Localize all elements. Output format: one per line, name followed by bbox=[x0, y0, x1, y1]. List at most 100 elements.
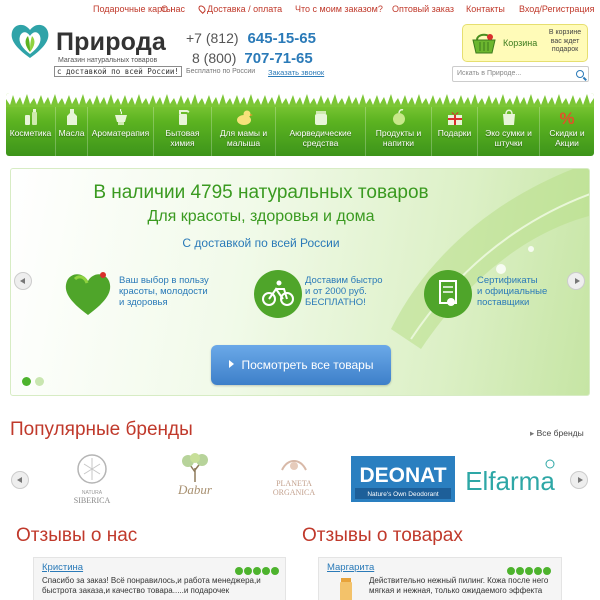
search-icon[interactable] bbox=[576, 70, 584, 78]
category-mom-baby[interactable]: Для мамы и малыша bbox=[212, 107, 276, 156]
product-review-author[interactable]: Маргарита bbox=[327, 562, 374, 573]
top-nav: Подарочные карты О нас Доставка / оплата… bbox=[0, 4, 600, 20]
nav-order-status[interactable]: Что с моим заказом? bbox=[295, 4, 383, 14]
category-label: Подарки bbox=[437, 128, 472, 138]
brands-title: Популярные бренды bbox=[10, 419, 193, 440]
feature-certificates-label: Сертификаты и официальные поставщики bbox=[477, 275, 548, 308]
banner-subtitle: Для красоты, здоровья и дома bbox=[147, 208, 375, 225]
svg-text:Dabur: Dabur bbox=[177, 482, 213, 497]
star-icon bbox=[253, 567, 261, 575]
feature-certificates-text: Сертификаты и официальные поставщики bbox=[477, 275, 547, 308]
brands-prev-arrow-icon[interactable] bbox=[11, 471, 29, 489]
callback-link[interactable]: Заказать звонок bbox=[268, 68, 324, 77]
category-label: Косметика bbox=[9, 128, 52, 138]
nav-delivery[interactable]: Доставка / оплата bbox=[197, 4, 283, 14]
aroma-lamp-icon bbox=[114, 109, 127, 125]
search-placeholder: Искать в Природе... bbox=[457, 70, 522, 77]
category-label: Ароматерапия bbox=[91, 128, 150, 138]
phone-spb[interactable]: +7 (812) 645-15-65 bbox=[186, 30, 316, 48]
banner-prev-arrow-icon[interactable] bbox=[14, 272, 32, 290]
category-oils[interactable]: Масла bbox=[56, 107, 88, 156]
basket-icon bbox=[472, 33, 496, 54]
phone-russia[interactable]: 8 (800) 707-71-65 bbox=[192, 50, 313, 68]
product-review-line: Действительно нежный пилинг. Кожа после … bbox=[369, 576, 549, 585]
category-ayurveda[interactable]: Аюрведические средства bbox=[276, 107, 366, 156]
brand-deonat[interactable]: DEONAT Nature's Own Deodorant bbox=[351, 452, 455, 506]
banner-next-arrow-icon[interactable] bbox=[567, 272, 585, 290]
category-gifts[interactable]: Подарки bbox=[432, 107, 478, 156]
product-review-rating bbox=[506, 562, 551, 575]
product-thumbnail[interactable] bbox=[339, 578, 353, 600]
svg-text:DEONAT: DEONAT bbox=[359, 464, 446, 487]
brand-planeta-organica[interactable]: PLANETA ORGANICA bbox=[252, 452, 336, 506]
svg-text:Elfarma: Elfarma bbox=[465, 466, 555, 496]
svg-text:Nature's Own Deodorant: Nature's Own Deodorant bbox=[367, 491, 439, 498]
category-sales[interactable]: % Скидки и Акции bbox=[540, 107, 594, 156]
product-review-card: Маргарита Действительно нежный пилинг. К… bbox=[318, 557, 562, 600]
product-review-line: мягкая и нежная, только ожидаемого эффек… bbox=[369, 586, 543, 595]
category-menu: Косметика Масла Ароматерапия Бытовая хим… bbox=[6, 93, 594, 156]
category-label: Для мамы и малыша bbox=[219, 128, 268, 148]
category-label: Эко сумки и штучки bbox=[485, 128, 532, 148]
nav-contacts[interactable]: Контакты bbox=[466, 4, 505, 14]
shop-review-rating bbox=[234, 562, 279, 575]
apple-icon bbox=[392, 109, 405, 125]
nav-login[interactable]: Вход/Регистрация bbox=[519, 4, 594, 14]
slide-dot[interactable] bbox=[35, 377, 44, 386]
svg-text:%: % bbox=[559, 109, 574, 125]
banner-title: В наличии 4795 натуральных товаров bbox=[93, 182, 429, 203]
shop-reviews-title: Отзывы о нас bbox=[16, 525, 138, 546]
phone-russia-code: 8 (800) bbox=[192, 50, 237, 66]
category-food-drinks[interactable]: Продукты и напитки bbox=[366, 107, 432, 156]
ayurveda-jar-icon bbox=[314, 111, 327, 125]
cart-button[interactable]: Корзина В корзине вас ждет подарок bbox=[462, 24, 588, 62]
play-arrow-icon bbox=[228, 360, 234, 368]
leaf-heart-logo-icon bbox=[11, 24, 49, 58]
category-aromatherapy[interactable]: Ароматерапия bbox=[88, 107, 154, 156]
all-brands-link[interactable]: Все бренды bbox=[530, 428, 584, 439]
brand-dabur[interactable]: Dabur bbox=[166, 452, 224, 506]
svg-text:SIBERICA: SIBERICA bbox=[74, 496, 111, 505]
search-input[interactable]: Искать в Природе... bbox=[452, 66, 589, 82]
duck-toy-icon bbox=[236, 110, 253, 125]
shop-review-card: Кристина Спасибо за заказ! Всё понравило… bbox=[33, 557, 286, 600]
logo-delivery-tagline: с доставкой по всей России! bbox=[54, 66, 182, 77]
phone-russia-number: 707-71-65 bbox=[244, 50, 313, 67]
brand-natura-siberica[interactable]: NATURA SIBERICA bbox=[62, 452, 122, 506]
slide-dot-active[interactable] bbox=[22, 377, 31, 386]
cart-label: Корзина bbox=[503, 38, 538, 48]
category-label: Продукты и напитки bbox=[375, 128, 422, 148]
nav-about[interactable]: О нас bbox=[161, 4, 185, 14]
star-icon bbox=[543, 567, 551, 575]
promo-banner: В наличии 4795 натуральных товаров Для к… bbox=[10, 168, 590, 396]
view-all-products-label: Посмотреть все товары bbox=[241, 358, 374, 372]
category-cosmetics[interactable]: Косметика bbox=[6, 107, 56, 156]
view-all-products-button[interactable]: Посмотреть все товары bbox=[211, 345, 391, 385]
category-household[interactable]: Бытовая химия bbox=[154, 107, 212, 156]
phone-spb-code: +7 (812) bbox=[186, 30, 239, 46]
percent-icon: % bbox=[559, 109, 574, 125]
star-icon bbox=[507, 567, 515, 575]
nav-delivery-label: Доставка / оплата bbox=[207, 4, 283, 14]
brand-elfarma[interactable]: Elfarma bbox=[464, 452, 556, 506]
page: Подарочные карты О нас Доставка / оплата… bbox=[0, 0, 600, 600]
star-icon bbox=[525, 567, 533, 575]
star-icon bbox=[271, 567, 279, 575]
nav-wholesale[interactable]: Оптовый заказ bbox=[392, 4, 454, 14]
shop-review-author[interactable]: Кристина bbox=[42, 562, 83, 573]
product-reviews-title: Отзывы о товарах bbox=[302, 525, 463, 546]
eco-bag-icon bbox=[502, 109, 515, 125]
heart-icon bbox=[65, 272, 111, 315]
brands-next-arrow-icon[interactable] bbox=[570, 471, 588, 489]
certificate-icon bbox=[424, 270, 472, 318]
star-icon bbox=[244, 567, 252, 575]
logo-name: Природа bbox=[56, 28, 166, 56]
phone-free-note: Бесплатно по России bbox=[186, 68, 256, 75]
category-label: Скидки и Акции bbox=[549, 128, 585, 148]
feature-delivery-text: Доставим быстро и от 2000 руб. БЕСПЛАТНО… bbox=[305, 275, 383, 308]
feature-beauty-text: Ваш выбор в пользу красоты, молодости и … bbox=[119, 275, 209, 308]
banner-delivery: С доставкой по всей России bbox=[182, 236, 340, 250]
category-eco-bags[interactable]: Эко сумки и штучки bbox=[478, 107, 540, 156]
category-label: Аюрведические средства bbox=[289, 128, 352, 148]
logo-tagline: Магазин натуральных товаров bbox=[58, 57, 158, 64]
